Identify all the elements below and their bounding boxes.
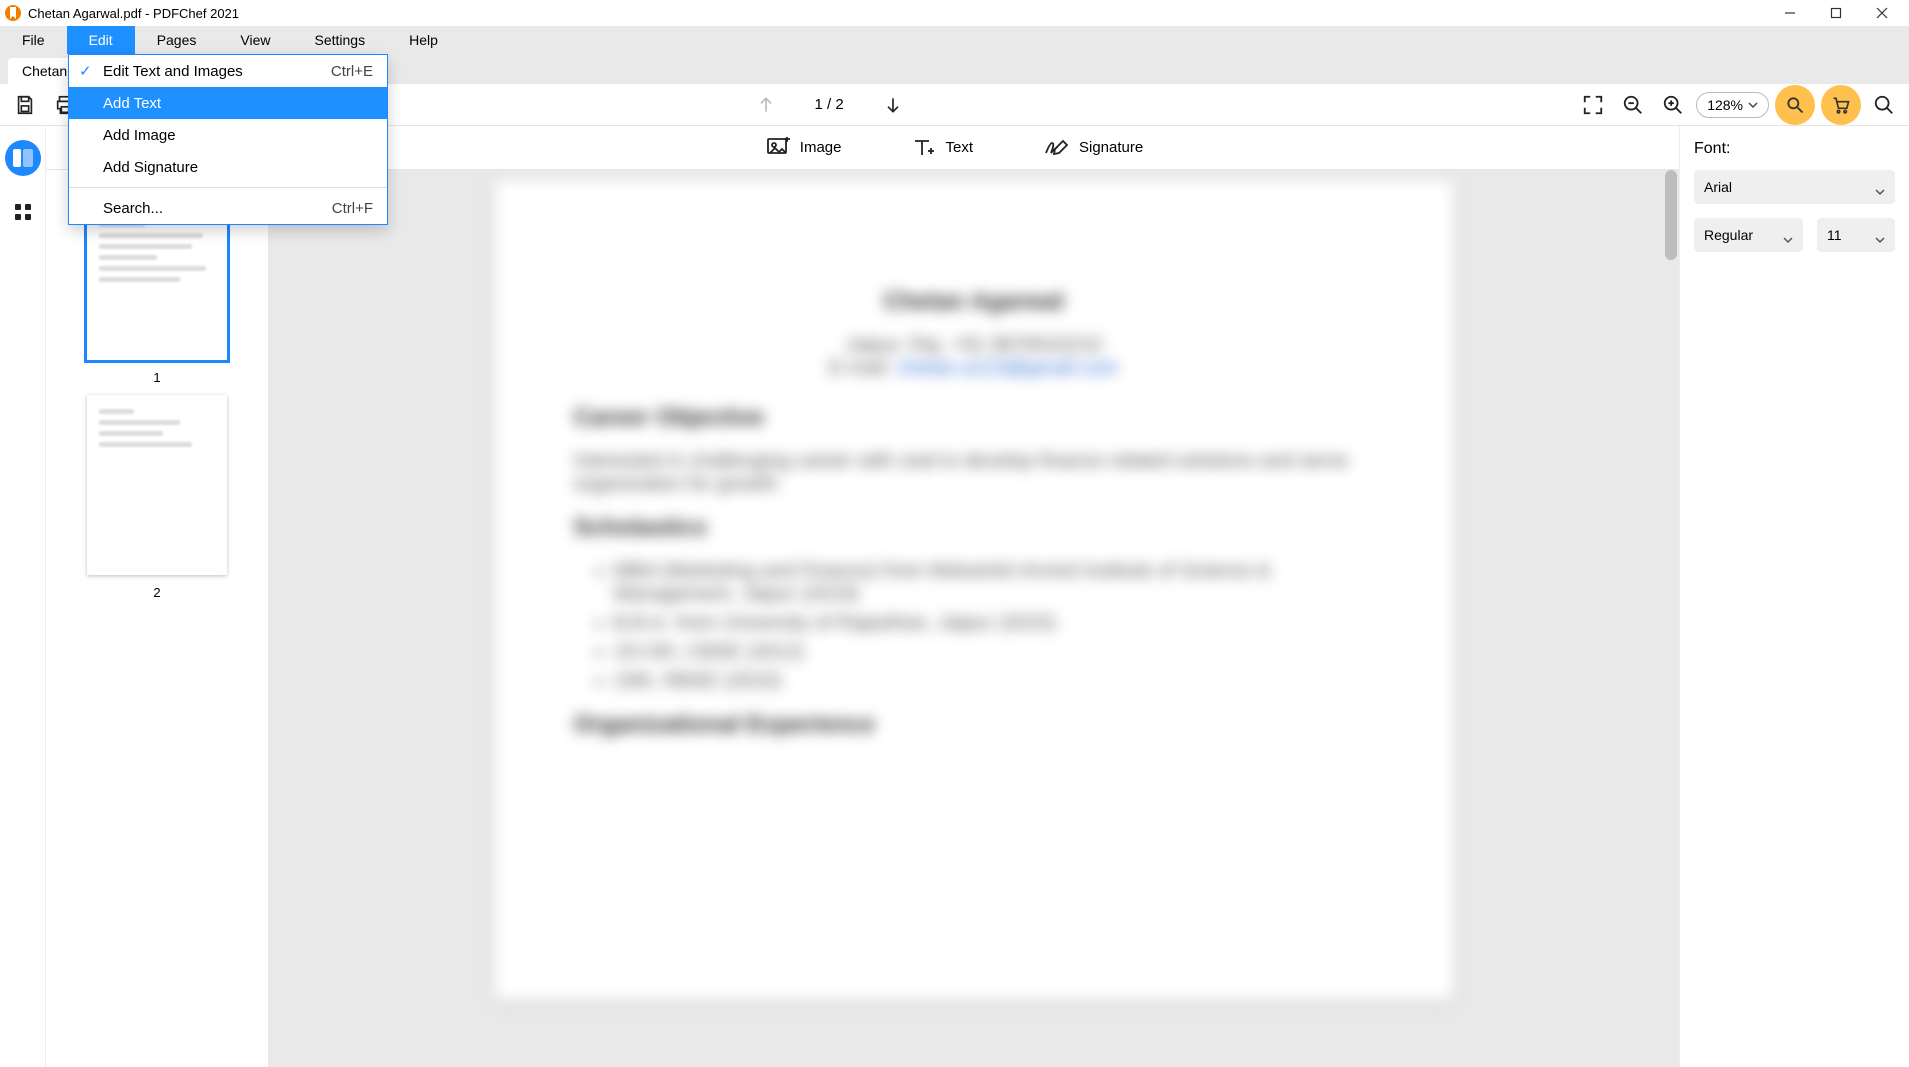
image-icon [766,137,790,159]
thumbnail-label-2: 2 [153,585,160,600]
thumbnails-panel-toggle[interactable] [5,140,41,176]
maximize-button[interactable] [1813,0,1859,26]
menu-search[interactable]: Search... Ctrl+F [69,192,387,224]
document-viewport[interactable]: Chetan Agarwal Jaipur, Raj. +91 98765432… [268,170,1679,1067]
app-icon [4,4,22,22]
insert-image-tool[interactable]: Image [766,137,842,159]
signature-icon [1043,137,1069,159]
font-section-label: Font: [1694,140,1895,158]
document-scrollbar[interactable] [1665,170,1677,1067]
close-button[interactable] [1859,0,1905,26]
insert-text-label: Text [945,139,973,156]
insert-signature-tool[interactable]: Signature [1043,137,1143,159]
left-rail [0,126,46,1067]
text-icon [911,137,935,159]
zoom-selector[interactable]: 128% [1696,92,1769,118]
menu-help[interactable]: Help [387,26,460,54]
document-page-1[interactable]: Chetan Agarwal Jaipur, Raj. +91 98765432… [494,180,1454,1000]
find-highlight-button[interactable] [1775,85,1815,125]
prev-page-button[interactable] [749,88,783,122]
next-page-button[interactable] [876,88,910,122]
insert-text-tool[interactable]: Text [911,137,973,159]
fit-page-button[interactable] [1576,88,1610,122]
check-icon: ✓ [79,62,92,80]
menu-edit[interactable]: Edit [67,26,135,54]
insert-image-label: Image [800,139,842,156]
menu-file[interactable]: File [0,26,67,54]
font-properties-panel: Font: Arial Regular 11 [1679,126,1909,1067]
shop-button[interactable] [1821,85,1861,125]
thumbnail-label-1: 1 [153,370,160,385]
window-title: Chetan Agarwal.pdf - PDFChef 2021 [28,6,1767,21]
font-family-select[interactable]: Arial [1694,170,1895,204]
zoom-in-button[interactable] [1656,88,1690,122]
menu-separator [69,187,387,188]
menu-add-image[interactable]: Add Image [69,119,387,151]
menu-settings[interactable]: Settings [292,26,387,54]
menu-pages[interactable]: Pages [135,26,219,54]
thumbnail-page-2[interactable] [87,395,227,575]
page-counter: 1 / 2 [815,96,844,113]
insert-signature-label: Signature [1079,139,1143,156]
menu-add-signature[interactable]: Add Signature [69,151,387,183]
menu-edit-text-and-images[interactable]: ✓ Edit Text and Images Ctrl+E [69,55,387,87]
menu-add-text[interactable]: Add Text [69,87,387,119]
menu-bar: File Edit Pages View Settings Help [0,26,1909,54]
save-button[interactable] [8,88,42,122]
zoom-out-button[interactable] [1616,88,1650,122]
minimize-button[interactable] [1767,0,1813,26]
title-bar: Chetan Agarwal.pdf - PDFChef 2021 [0,0,1909,26]
menu-view[interactable]: View [218,26,292,54]
search-button[interactable] [1867,88,1901,122]
zoom-value: 128% [1707,97,1743,113]
apps-grid-button[interactable] [5,194,41,230]
edit-dropdown-menu: ✓ Edit Text and Images Ctrl+E Add Text A… [68,54,388,225]
font-weight-select[interactable]: Regular [1694,218,1803,252]
thumbnail-panel: 1 2 [46,170,268,1067]
font-size-select[interactable]: 11 [1817,218,1895,252]
